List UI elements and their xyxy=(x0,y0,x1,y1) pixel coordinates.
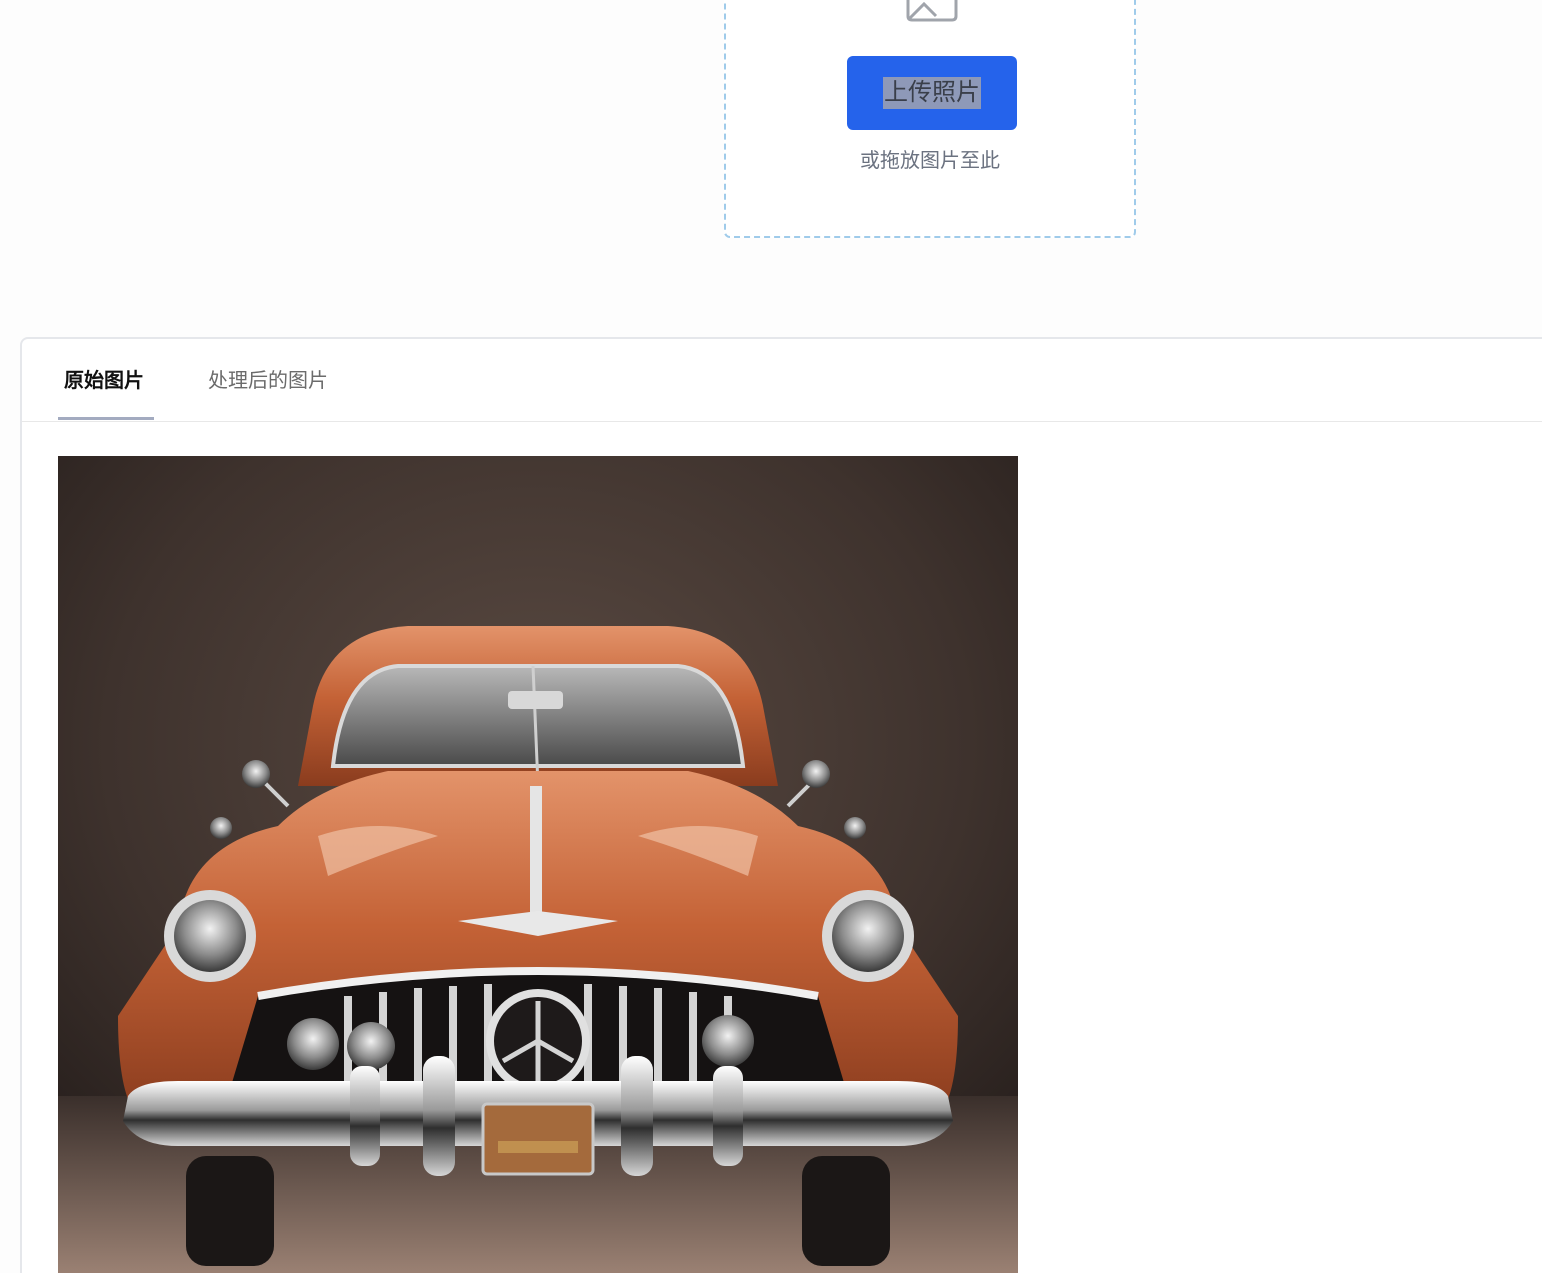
tab-bar: 原始图片 处理后的图片 xyxy=(22,339,1542,422)
tab-processed-image[interactable]: 处理后的图片 xyxy=(208,365,328,395)
upload-photo-button-label: 上传照片 xyxy=(883,77,981,109)
tab-original-image[interactable]: 原始图片 xyxy=(64,365,144,395)
page: 上传照片 或拖放图片至此 原始图片 处理后的图片 xyxy=(0,0,1542,1273)
image-tabs-card: 原始图片 处理后的图片 xyxy=(20,337,1542,1273)
drop-hint: 或拖放图片至此 xyxy=(860,148,1000,172)
active-tab-indicator xyxy=(58,417,154,420)
upload-dropzone[interactable]: 上传照片 或拖放图片至此 xyxy=(724,0,1136,238)
upload-photo-button[interactable]: 上传照片 xyxy=(847,56,1017,130)
image-icon xyxy=(906,0,958,22)
original-photo xyxy=(58,456,1018,1273)
